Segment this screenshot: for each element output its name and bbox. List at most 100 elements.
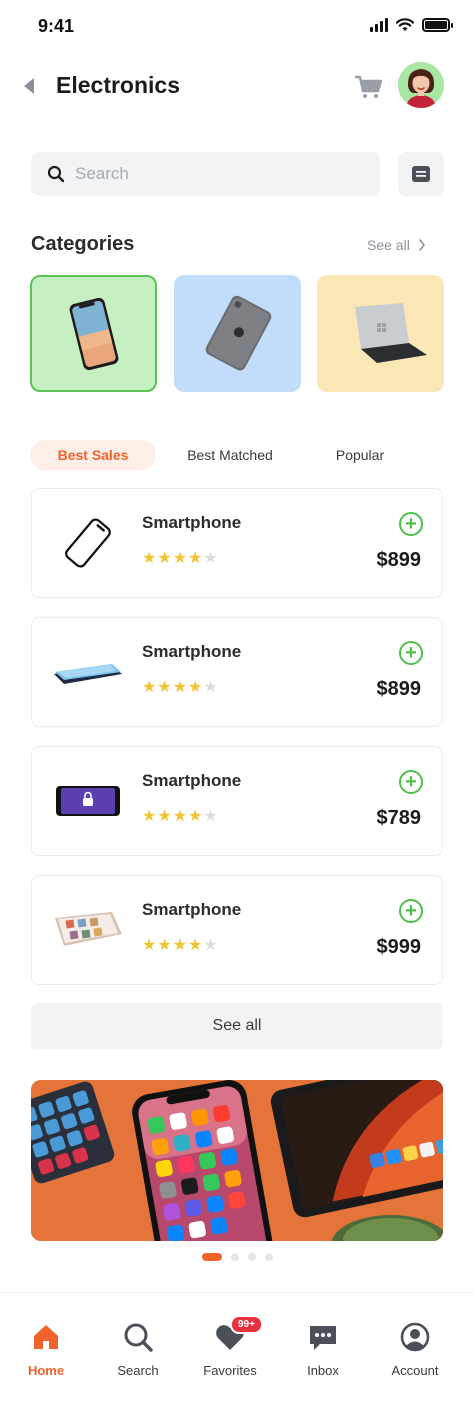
carousel-dot[interactable] bbox=[247, 1253, 256, 1261]
search-input[interactable] bbox=[75, 164, 355, 184]
cart-icon[interactable] bbox=[354, 74, 384, 100]
star-rating: ★ ★ ★ ★ ★ bbox=[142, 809, 218, 825]
see-all-label: See all bbox=[367, 237, 410, 253]
laptop-image bbox=[354, 302, 427, 363]
status-time: 9:41 bbox=[38, 16, 75, 36]
search-bar[interactable] bbox=[31, 152, 380, 196]
star-icon: ★ bbox=[188, 679, 203, 696]
star-icon: ★ bbox=[157, 937, 172, 954]
avatar-portrait bbox=[398, 62, 444, 108]
nav-inbox[interactable]: Inbox bbox=[283, 1321, 363, 1378]
star-rating: ★ ★ ★ ★ ★ bbox=[142, 938, 218, 954]
add-to-cart-button[interactable]: + bbox=[399, 770, 423, 794]
star-icon: ★ bbox=[142, 550, 157, 567]
search-icon bbox=[122, 1321, 154, 1353]
star-icon: ★ bbox=[172, 808, 188, 825]
plus-icon: + bbox=[405, 900, 417, 922]
add-to-cart-button[interactable]: + bbox=[399, 899, 423, 923]
star-rating: ★ ★ ★ ★ ★ bbox=[142, 680, 218, 696]
filter-icon bbox=[412, 166, 430, 182]
product-card[interactable]: Smartphone ★ ★ ★ ★ ★ + $899 bbox=[31, 488, 443, 598]
category-phones[interactable] bbox=[30, 275, 157, 392]
category-laptops[interactable] bbox=[317, 275, 444, 392]
heart-icon: 99+ bbox=[214, 1315, 263, 1353]
product-price: $899 bbox=[376, 549, 422, 571]
signal-icon bbox=[370, 18, 388, 32]
star-icon: ★ bbox=[172, 550, 188, 567]
product-image bbox=[50, 896, 126, 964]
star-icon: ★ bbox=[172, 679, 188, 696]
nav-home[interactable]: Home bbox=[6, 1321, 86, 1378]
star-icon: ★ bbox=[188, 937, 203, 954]
carousel-dot[interactable] bbox=[230, 1253, 239, 1261]
star-icon: ★ bbox=[188, 808, 203, 825]
product-image bbox=[50, 767, 126, 835]
battery-icon bbox=[422, 18, 453, 32]
nav-label: Favorites bbox=[203, 1363, 257, 1378]
star-icon: ★ bbox=[157, 808, 172, 825]
tab-popular[interactable]: Popular bbox=[320, 440, 400, 470]
category-tablets[interactable] bbox=[174, 275, 301, 392]
add-to-cart-button[interactable]: + bbox=[399, 512, 423, 536]
tablet-image bbox=[205, 295, 271, 370]
star-icon: ★ bbox=[157, 550, 172, 567]
avatar[interactable] bbox=[398, 62, 444, 108]
filter-button[interactable] bbox=[398, 152, 444, 196]
product-name: Smartphone bbox=[142, 771, 242, 790]
home-icon bbox=[30, 1321, 62, 1353]
carousel-dot[interactable] bbox=[264, 1253, 273, 1261]
page-title: Electronics bbox=[56, 72, 180, 98]
add-to-cart-button[interactable]: + bbox=[399, 641, 423, 665]
header: Electronics bbox=[0, 60, 474, 112]
product-image bbox=[50, 509, 126, 577]
plus-icon: + bbox=[405, 513, 417, 535]
notification-badge: 99+ bbox=[230, 1315, 263, 1334]
phone-image bbox=[69, 297, 118, 370]
star-icon: ★ bbox=[172, 937, 188, 954]
plus-icon: + bbox=[405, 642, 417, 664]
product-price: $999 bbox=[376, 936, 422, 958]
product-name: Smartphone bbox=[142, 642, 242, 661]
promo-banner[interactable] bbox=[31, 1080, 443, 1241]
plus-icon: + bbox=[405, 771, 417, 793]
user-icon bbox=[399, 1321, 431, 1353]
nav-label: Search bbox=[117, 1363, 159, 1378]
carousel-dot-active[interactable] bbox=[201, 1253, 222, 1261]
categories-see-all-link[interactable]: See all bbox=[367, 237, 426, 253]
star-icon: ★ bbox=[142, 679, 157, 696]
product-card[interactable]: Smartphone ★ ★ ★ ★ ★ + $999 bbox=[31, 875, 443, 985]
nav-label: Home bbox=[27, 1363, 65, 1378]
star-empty-icon: ★ bbox=[203, 937, 218, 954]
back-button[interactable] bbox=[18, 74, 40, 98]
status-icons bbox=[370, 18, 453, 32]
nav-label: Inbox bbox=[307, 1363, 339, 1378]
carousel-indicator bbox=[0, 1253, 474, 1261]
product-price: $789 bbox=[376, 807, 422, 829]
status-bar: 9:41 bbox=[0, 0, 474, 56]
product-card[interactable]: Smartphone ★ ★ ★ ★ ★ + $789 bbox=[31, 746, 443, 856]
categories-title: Categories bbox=[31, 233, 135, 255]
tab-best-matched[interactable]: Best Matched bbox=[174, 440, 286, 470]
nav-search[interactable]: Search bbox=[98, 1321, 178, 1378]
star-empty-icon: ★ bbox=[203, 679, 218, 696]
nav-account[interactable]: Account bbox=[375, 1321, 455, 1378]
star-rating: ★ ★ ★ ★ ★ bbox=[142, 551, 218, 567]
product-price: $899 bbox=[376, 678, 422, 700]
search-icon bbox=[47, 165, 65, 183]
nav-favorites[interactable]: 99+ Favorites bbox=[190, 1315, 270, 1378]
bottom-nav: Home Search 99+ Favorites Inbox Account bbox=[0, 1292, 474, 1403]
star-icon: ★ bbox=[188, 550, 203, 567]
star-icon: ★ bbox=[142, 808, 157, 825]
star-icon: ★ bbox=[142, 937, 157, 954]
product-image bbox=[50, 638, 126, 706]
product-name: Smartphone bbox=[142, 900, 242, 919]
tab-best-sales[interactable]: Best Sales bbox=[30, 440, 156, 470]
see-all-button[interactable]: See all bbox=[31, 1003, 443, 1049]
nav-label: Account bbox=[391, 1363, 439, 1378]
chevron-right-icon bbox=[419, 239, 425, 251]
star-empty-icon: ★ bbox=[203, 550, 218, 567]
product-name: Smartphone bbox=[142, 513, 242, 532]
wifi-icon bbox=[396, 18, 414, 31]
banner-image bbox=[31, 1080, 443, 1241]
product-card[interactable]: Smartphone ★ ★ ★ ★ ★ + $899 bbox=[31, 617, 443, 727]
